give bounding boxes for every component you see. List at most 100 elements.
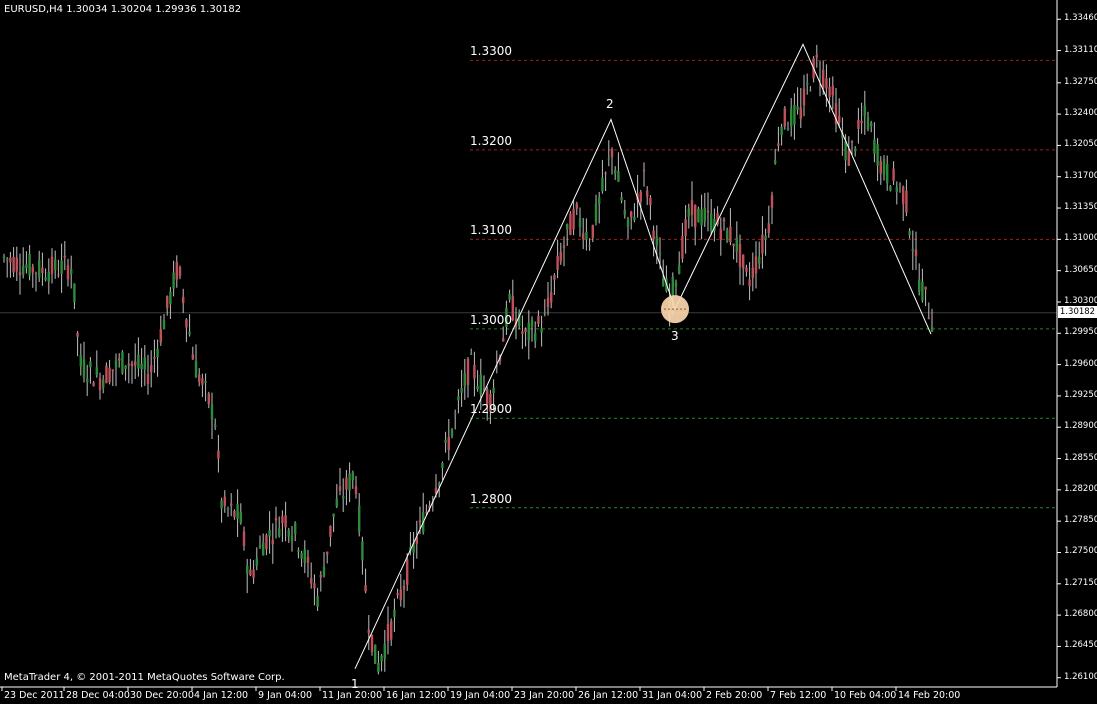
candle-body: [658, 253, 662, 255]
candle-body: [463, 373, 466, 386]
x-tick-label: 16 Jan 12:00: [386, 690, 447, 701]
candle-body: [121, 351, 124, 374]
candle-body: [191, 354, 194, 360]
candle-body: [98, 378, 102, 391]
candle-body: [310, 577, 313, 584]
candle-body: [102, 379, 105, 388]
candle-body: [50, 256, 54, 274]
candle-body: [265, 535, 268, 550]
candle-body: [66, 265, 70, 280]
candle-body: [124, 365, 127, 369]
candle-body: [918, 279, 921, 292]
candle-body: [828, 86, 831, 98]
candle-body: [822, 69, 825, 88]
candle-body: [306, 556, 310, 563]
candle-body: [540, 328, 543, 333]
candle-body: [818, 76, 822, 78]
candle-body: [348, 473, 351, 491]
candle-body: [361, 541, 364, 561]
candle-body: [578, 218, 582, 228]
candle-body: [377, 662, 380, 672]
x-tick-label: 28 Dec 04:00: [66, 690, 130, 701]
candle-body: [825, 78, 828, 89]
candle-body: [390, 620, 393, 640]
candle-body: [655, 236, 658, 246]
candle-body: [790, 108, 793, 127]
candle-body: [585, 231, 588, 240]
candle-body: [831, 85, 834, 96]
y-tick-label: 1.31350: [1064, 202, 1097, 213]
candle-body: [729, 226, 732, 243]
candle-body: [690, 200, 694, 216]
candle-body: [546, 297, 550, 308]
x-tick-label: 7 Feb 12:00: [770, 690, 827, 701]
candle-body: [268, 530, 271, 537]
y-tick-label: 1.29600: [1064, 358, 1097, 369]
candle-body: [681, 236, 684, 259]
candle-body: [294, 523, 297, 535]
candle-body: [284, 515, 287, 528]
candle-body: [847, 150, 850, 166]
candle-body: [678, 265, 681, 274]
candle-body: [710, 213, 713, 232]
candle-body: [626, 218, 630, 227]
candle-body: [854, 148, 857, 152]
candle-body: [70, 269, 73, 274]
candle-body: [758, 257, 761, 264]
candle-body: [687, 208, 690, 217]
y-tick-label: 1.28550: [1064, 452, 1097, 463]
candle-body: [607, 158, 610, 160]
candle-body: [630, 211, 633, 218]
candle-body: [249, 569, 252, 576]
candle-body: [166, 296, 169, 309]
candle-body: [274, 517, 278, 521]
candle-body: [146, 374, 150, 384]
candle-body: [697, 208, 700, 223]
level-label: 1.3300: [470, 44, 512, 59]
candle-body: [748, 279, 751, 287]
candle-body: [79, 355, 82, 367]
candle-body: [114, 360, 118, 368]
candle-body: [313, 583, 316, 589]
candle-body: [399, 589, 402, 600]
candle-body: [230, 503, 233, 506]
candle-body: [281, 516, 284, 524]
y-tick-label: 1.29250: [1064, 389, 1097, 400]
candle-body: [761, 234, 764, 254]
candle-body: [367, 629, 370, 633]
y-tick-label: 1.32400: [1064, 108, 1097, 119]
candle-body: [521, 331, 524, 334]
candle-body: [441, 463, 444, 468]
candle-body: [646, 190, 649, 197]
candle-body: [2, 255, 6, 258]
candle-body: [642, 169, 646, 172]
candle-body: [815, 54, 818, 58]
candle-body: [233, 510, 236, 518]
y-tick-label: 1.32750: [1064, 76, 1097, 87]
candle-body: [418, 520, 422, 523]
candle-body: [220, 500, 223, 509]
candle-body: [118, 358, 121, 361]
candle-body: [524, 329, 527, 333]
wave-label: 1: [351, 676, 359, 691]
candle-body: [162, 320, 166, 330]
candle-body: [454, 413, 457, 415]
candle-body: [9, 257, 12, 263]
candle-body: [105, 365, 108, 384]
candle-body: [127, 363, 130, 366]
candle-body: [188, 331, 191, 335]
candle-body: [742, 254, 745, 269]
candle-body: [751, 267, 754, 279]
candle-body: [73, 283, 76, 302]
y-tick-label: 1.30650: [1064, 264, 1097, 275]
x-tick-label: 30 Dec 20:00: [130, 690, 194, 701]
candle-body: [137, 354, 140, 369]
candle-body: [777, 143, 780, 146]
candle-body: [34, 273, 38, 275]
current-price-tag: 1.30182: [1058, 306, 1097, 318]
candle-body: [207, 393, 210, 405]
candle-body: [844, 141, 847, 161]
candle-body: [383, 643, 386, 659]
candle-body: [614, 170, 617, 174]
candle-body: [527, 322, 530, 341]
